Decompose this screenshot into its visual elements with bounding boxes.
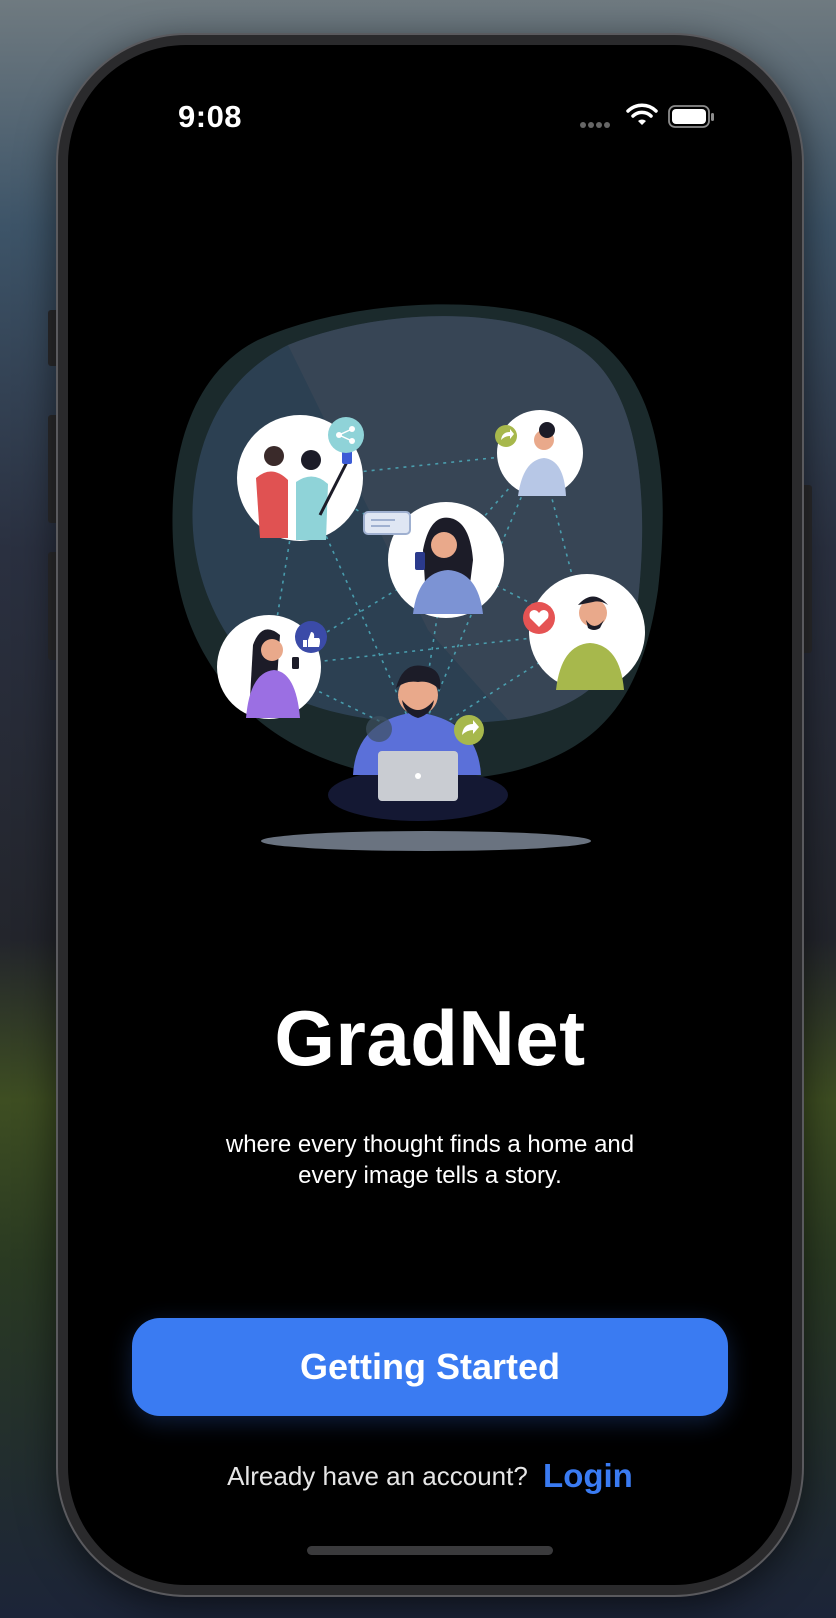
heart-icon — [523, 602, 555, 634]
message-bubble-icon — [363, 511, 411, 535]
app-screen: 9:08 GradNet where every thought finds a… — [68, 45, 792, 1585]
forward-icon-center — [454, 715, 484, 745]
battery-icon — [668, 105, 714, 128]
login-row: Already have an account? Login — [68, 1457, 792, 1495]
status-bar: 9:08 — [68, 45, 792, 165]
status-time: 9:08 — [178, 99, 243, 134]
forward-icon — [495, 425, 517, 447]
volume-up-button — [48, 415, 58, 523]
tagline-line-1: where every thought finds a home and — [225, 1131, 635, 1158]
login-link[interactable]: Login — [543, 1457, 633, 1494]
login-prompt: Already have an account? — [227, 1461, 528, 1491]
app-tagline: where every thought finds a home and eve… — [188, 1129, 672, 1191]
tagline-line-2: every image tells a story. — [298, 1162, 562, 1189]
cellular-signal-icon — [580, 115, 612, 133]
like-icon — [295, 621, 327, 653]
home-indicator[interactable] — [307, 1546, 553, 1555]
volume-down-button — [48, 552, 58, 660]
hero-illustration — [172, 304, 663, 851]
getting-started-button[interactable]: Getting Started — [132, 1318, 728, 1416]
action-button — [48, 310, 58, 366]
share-icon — [328, 417, 364, 453]
app-title: GradNet — [274, 994, 586, 1082]
floor-shadow — [261, 831, 591, 851]
power-button — [802, 485, 812, 653]
avatar-woman-top-right — [497, 410, 583, 496]
wifi-icon — [626, 103, 658, 125]
